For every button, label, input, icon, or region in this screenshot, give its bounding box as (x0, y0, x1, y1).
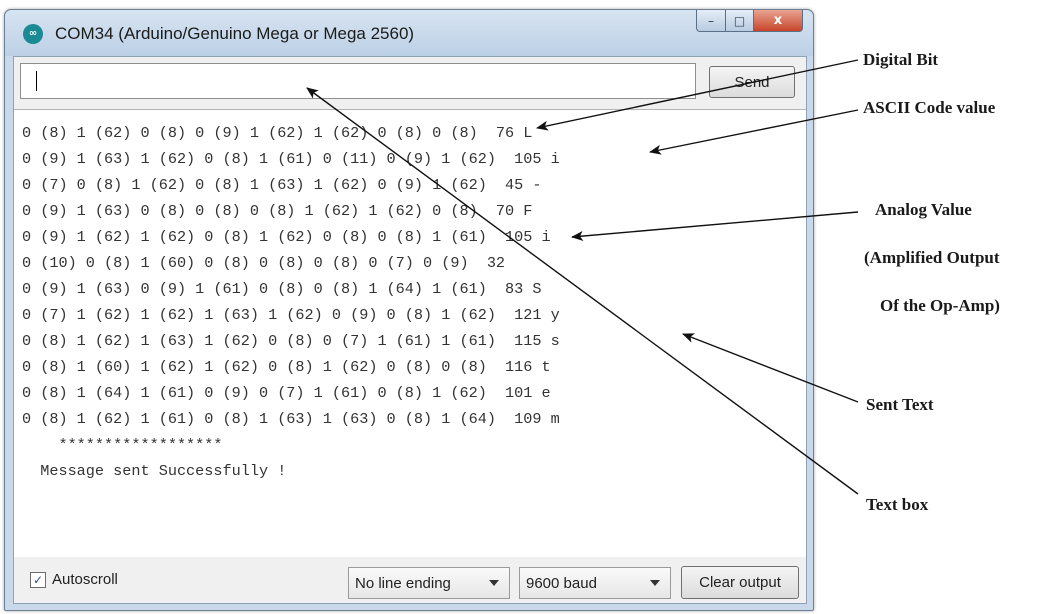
clear-output-button[interactable]: Clear output (681, 566, 799, 599)
serial-line: 0 (8) 1 (64) 1 (61) 0 (9) 0 (7) 1 (61) 0… (22, 384, 551, 402)
window-title: COM34 (Arduino/Genuino Mega or Mega 2560… (55, 24, 415, 43)
serial-line: 0 (8) 1 (60) 1 (62) 1 (62) 0 (8) 1 (62) … (22, 358, 551, 376)
serial-line: 0 (7) 1 (62) 1 (62) 1 (63) 1 (62) 0 (9) … (22, 306, 560, 324)
label-ascii-code-value: ASCII Code value (863, 98, 996, 117)
serial-line: 0 (7) 0 (8) 1 (62) 0 (8) 1 (63) 1 (62) 0… (22, 176, 542, 194)
label-sent-text: Sent Text (866, 395, 934, 414)
serial-line: 0 (8) 1 (62) 1 (63) 1 (62) 0 (8) 0 (7) 1… (22, 332, 560, 350)
serial-line: Message sent Successfully ! (22, 462, 287, 480)
close-button[interactable]: x (754, 10, 803, 32)
line-ending-select[interactable]: No line ending (348, 567, 510, 599)
label-text-box: Text box (866, 495, 929, 514)
baud-rate-value: 9600 baud (526, 574, 597, 592)
autoscroll-toggle[interactable]: ✓ Autoscroll (30, 571, 118, 588)
autoscroll-label: Autoscroll (52, 571, 118, 588)
maximize-button[interactable]: □ (726, 10, 754, 32)
serial-input-textbox[interactable] (20, 63, 696, 99)
arduino-icon: ∞ (23, 24, 43, 44)
chevron-down-icon (489, 580, 499, 586)
label-op-amp: Of the Op-Amp) (880, 296, 1000, 315)
baud-rate-select[interactable]: 9600 baud (519, 567, 671, 599)
title-bar[interactable]: ∞ COM34 (Arduino/Genuino Mega or Mega 25… (5, 10, 813, 56)
serial-monitor-window: ∞ COM34 (Arduino/Genuino Mega or Mega 25… (4, 9, 814, 611)
text-cursor (36, 71, 37, 91)
serial-output-lines: 0 (8) 1 (62) 0 (8) 0 (9) 1 (62) 1 (62) 0… (22, 120, 560, 484)
checkbox-checked-icon[interactable]: ✓ (30, 571, 46, 588)
chevron-down-icon (650, 580, 660, 586)
serial-line: 0 (9) 1 (63) 0 (8) 0 (8) 0 (8) 1 (62) 1 … (22, 202, 533, 220)
label-digital-bit: Digital Bit (863, 50, 939, 69)
label-amplified-output: (Amplified Output (864, 248, 1000, 267)
label-analog-value: Analog Value (875, 200, 972, 219)
window-controls: – □ x (696, 10, 803, 32)
serial-line: 0 (9) 1 (62) 1 (62) 0 (8) 1 (62) 0 (8) 0… (22, 228, 551, 246)
serial-line: 0 (8) 1 (62) 0 (8) 0 (9) 1 (62) 1 (62) 0… (22, 124, 533, 142)
close-icon: x (773, 13, 783, 28)
line-ending-value: No line ending (355, 574, 451, 592)
serial-line: 0 (9) 1 (63) 1 (62) 0 (8) 1 (61) 0 (11) … (22, 150, 560, 168)
serial-output-area[interactable]: 0 (8) 1 (62) 0 (8) 0 (9) 1 (62) 1 (62) 0… (14, 109, 806, 559)
minimize-button[interactable]: – (696, 10, 726, 32)
maximize-icon: □ (733, 13, 746, 28)
serial-line: 0 (9) 1 (63) 0 (9) 1 (61) 0 (8) 0 (8) 1 … (22, 280, 542, 298)
serial-line: ****************** (22, 436, 223, 454)
client-area: Send 0 (8) 1 (62) 0 (8) 0 (9) 1 (62) 1 (… (13, 56, 807, 604)
bottom-bar: ✓ Autoscroll No line ending 9600 baud Cl… (14, 557, 806, 603)
send-button[interactable]: Send (709, 66, 795, 98)
serial-line: 0 (10) 0 (8) 1 (60) 0 (8) 0 (8) 0 (8) 0 … (22, 254, 506, 272)
minimize-icon: – (708, 13, 714, 28)
input-row: Send (14, 57, 806, 109)
serial-line: 0 (8) 1 (62) 1 (61) 0 (8) 1 (63) 1 (63) … (22, 410, 560, 428)
